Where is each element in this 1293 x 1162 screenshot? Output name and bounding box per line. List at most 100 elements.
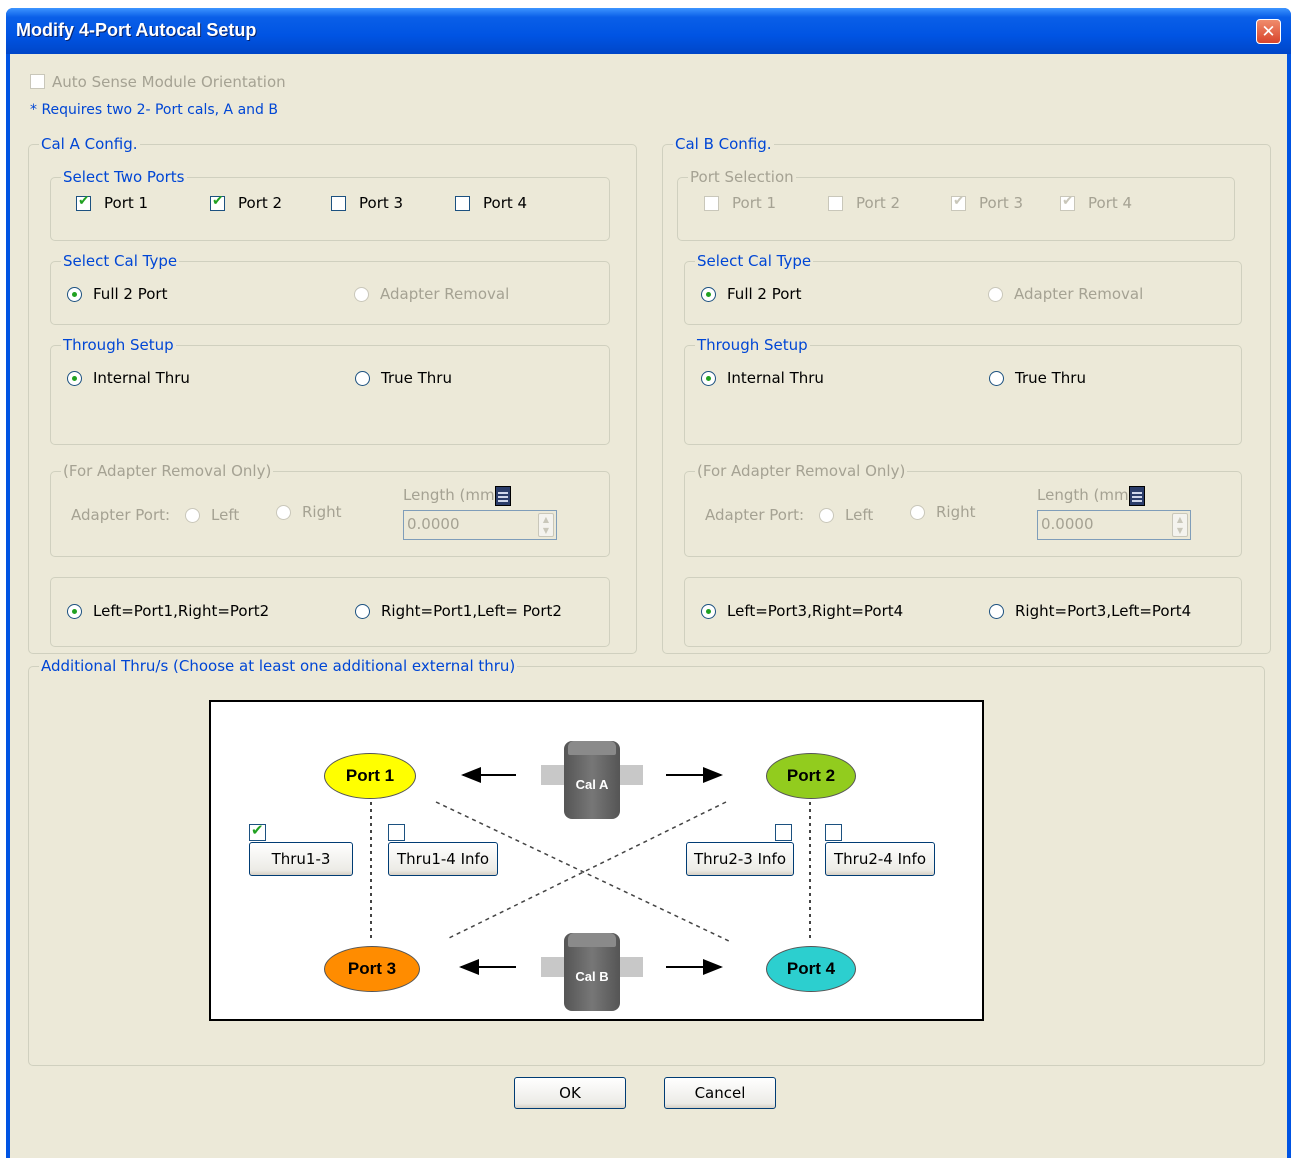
cal-a-adapter-left-radio[interactable]	[185, 508, 200, 523]
port4-node: Port 4	[766, 946, 856, 992]
cal-a-caltype-title: Select Cal Type	[61, 252, 180, 270]
additional-thrus-title: Additional Thru/s (Choose at least one a…	[39, 657, 518, 675]
cal-a-adapter-removal-radio[interactable]	[354, 287, 369, 302]
cal-a-through-setup-group: Through Setup Internal Thru True Thru	[50, 336, 610, 445]
cal-a-adapter-left-label: Left	[211, 506, 240, 524]
cal-b-orient1-radio[interactable]	[701, 604, 716, 619]
cal-b-length-label: Length (mm)	[1037, 486, 1135, 504]
cal-b-port1-label: Port 1	[732, 194, 777, 212]
port3-node: Port 3	[324, 946, 420, 992]
cal-a-full2port-radio[interactable]	[67, 287, 82, 302]
thru13-button[interactable]: Thru1-3	[249, 842, 353, 876]
calculator-icon[interactable]	[495, 486, 511, 506]
cal-a-true-thru-radio[interactable]	[355, 371, 370, 386]
cal-a-title: Cal A Config.	[39, 135, 140, 153]
cal-b-true-thru-label: True Thru	[1015, 369, 1086, 387]
checkmark-icon: ✔	[78, 193, 90, 209]
checkmark-icon: ✔	[251, 821, 264, 839]
cal-a-port1-label: Port 1	[104, 194, 149, 212]
cal-a-port2-checkbox[interactable]: ✔	[210, 193, 225, 211]
cal-b-adapter-title: (For Adapter Removal Only)	[695, 462, 908, 480]
auto-sense-checkbox[interactable]	[30, 74, 45, 89]
cal-a-full2port-label: Full 2 Port	[93, 285, 168, 303]
calculator-icon[interactable]	[1129, 486, 1145, 506]
cal-b-through-title: Through Setup	[695, 336, 810, 354]
cal-a-port4-label: Port 4	[483, 194, 528, 212]
auto-sense-label: Auto Sense Module Orientation	[52, 73, 286, 91]
cal-a-select-ports-group: Select Two Ports ✔ Port 1 ✔ Port 2 Port …	[50, 168, 610, 241]
thru13-checkbox[interactable]: ✔	[249, 821, 266, 841]
cal-a-length-spinbox[interactable]: 0.0000 ▲ ▼	[403, 510, 557, 540]
thru23-info-button[interactable]: Thru2-3 Info	[686, 842, 794, 876]
cal-b-orientation-group: Left=Port3,Right=Port4 Right=Port3,Left=…	[684, 577, 1242, 647]
thru24-info-button[interactable]: Thru2-4 Info	[825, 842, 935, 876]
cal-b-config-group: Cal B Config. Port Selection Port 1 Port…	[662, 135, 1271, 654]
thru24-checkbox[interactable]	[825, 824, 842, 841]
cal-b-length-spinbox[interactable]: 0.0000 ▲ ▼	[1037, 510, 1191, 540]
cal-b-internal-thru-label: Internal Thru	[727, 369, 824, 387]
cal-b-full2port-label: Full 2 Port	[727, 285, 802, 303]
ok-button[interactable]: OK	[514, 1077, 626, 1109]
cal-b-true-thru-radio[interactable]	[989, 371, 1004, 386]
port1-node: Port 1	[324, 753, 416, 799]
title-bar[interactable]: Modify 4-Port Autocal Setup ✕	[6, 8, 1291, 54]
cal-b-orient1-label: Left=Port3,Right=Port4	[727, 602, 904, 620]
port2-node: Port 2	[766, 753, 856, 799]
cal-a-port3-checkbox[interactable]	[331, 196, 346, 211]
thru14-checkbox[interactable]	[388, 824, 405, 841]
cal-b-full2port-radio[interactable]	[701, 287, 716, 302]
port-diagram: Cal A Cal B Port 1 Port 2 Port 3 Port 4 …	[209, 700, 984, 1021]
cal-b-adapter-port-label: Adapter Port:	[705, 506, 805, 524]
cal-b-adapter-removal-radio[interactable]	[988, 287, 1003, 302]
cal-a-label: Cal A	[575, 777, 609, 792]
cal-b-port1-checkbox[interactable]	[704, 196, 719, 211]
cal-b-adapter-left-radio[interactable]	[819, 508, 834, 523]
cal-b-adapter-removal-label: Adapter Removal	[1014, 285, 1144, 303]
cal-a-module: Cal A	[564, 741, 620, 819]
cal-b-label: Cal B	[575, 969, 609, 984]
cal-a-orient2-label: Right=Port1,Left= Port2	[381, 602, 562, 620]
cal-b-port2-checkbox[interactable]	[828, 196, 843, 211]
spin-arrows-icon[interactable]: ▲ ▼	[538, 513, 554, 537]
cancel-button[interactable]: Cancel	[664, 1077, 776, 1109]
cal-a-internal-thru-radio[interactable]	[67, 371, 82, 386]
cal-a-length-label: Length (mm)	[403, 486, 501, 504]
cal-a-adapter-removal-group: (For Adapter Removal Only) Adapter Port:…	[50, 462, 610, 557]
cal-a-adapter-port-label: Adapter Port:	[71, 506, 171, 524]
cal-a-length-value: 0.0000	[407, 515, 460, 533]
cal-a-connector-right	[617, 765, 643, 785]
thru23-checkbox[interactable]	[775, 824, 792, 841]
cal-b-cal-type-group: Select Cal Type Full 2 Port Adapter Remo…	[684, 252, 1242, 325]
cal-a-true-thru-label: True Thru	[381, 369, 452, 387]
cal-a-config-group: Cal A Config. Select Two Ports ✔ Port 1 …	[28, 135, 637, 654]
cal-a-adapter-right-radio[interactable]	[276, 505, 291, 520]
cal-b-internal-thru-radio[interactable]	[701, 371, 716, 386]
cal-a-orientation-group: Left=Port1,Right=Port2 Right=Port1,Left=…	[50, 577, 610, 647]
cal-b-connector-right	[617, 957, 643, 977]
cal-a-orient2-radio[interactable]	[355, 604, 370, 619]
cal-b-caltype-title: Select Cal Type	[695, 252, 814, 270]
cal-b-port4-checkbox[interactable]: ✔	[1060, 193, 1075, 211]
cal-b-port-selection-group: Port Selection Port 1 Port 2 ✔ Port 3 ✔ …	[677, 168, 1235, 241]
cal-a-adapter-removal-label: Adapter Removal	[380, 285, 510, 303]
cal-b-port4-label: Port 4	[1088, 194, 1133, 212]
cal-b-module: Cal B	[564, 933, 620, 1011]
cal-b-port2-label: Port 2	[856, 194, 901, 212]
dialog-window: Modify 4-Port Autocal Setup ✕ Auto Sense…	[6, 8, 1291, 1158]
cal-b-length-value: 0.0000	[1041, 515, 1094, 533]
cal-b-adapter-right-radio[interactable]	[910, 505, 925, 520]
thru14-info-button[interactable]: Thru1-4 Info	[388, 842, 498, 876]
close-button[interactable]: ✕	[1256, 19, 1281, 44]
cal-b-orient2-radio[interactable]	[989, 604, 1004, 619]
cal-a-port2-label: Port 2	[238, 194, 283, 212]
cal-a-port3-label: Port 3	[359, 194, 404, 212]
cal-b-ports-title: Port Selection	[688, 168, 796, 186]
cal-a-port1-checkbox[interactable]: ✔	[76, 193, 91, 211]
cal-a-adapter-title: (For Adapter Removal Only)	[61, 462, 274, 480]
cal-a-port4-checkbox[interactable]	[455, 196, 470, 211]
spin-arrows-icon[interactable]: ▲ ▼	[1172, 513, 1188, 537]
cal-b-title: Cal B Config.	[673, 135, 774, 153]
cal-b-port3-label: Port 3	[979, 194, 1024, 212]
cal-a-orient1-radio[interactable]	[67, 604, 82, 619]
cal-b-port3-checkbox[interactable]: ✔	[951, 193, 966, 211]
